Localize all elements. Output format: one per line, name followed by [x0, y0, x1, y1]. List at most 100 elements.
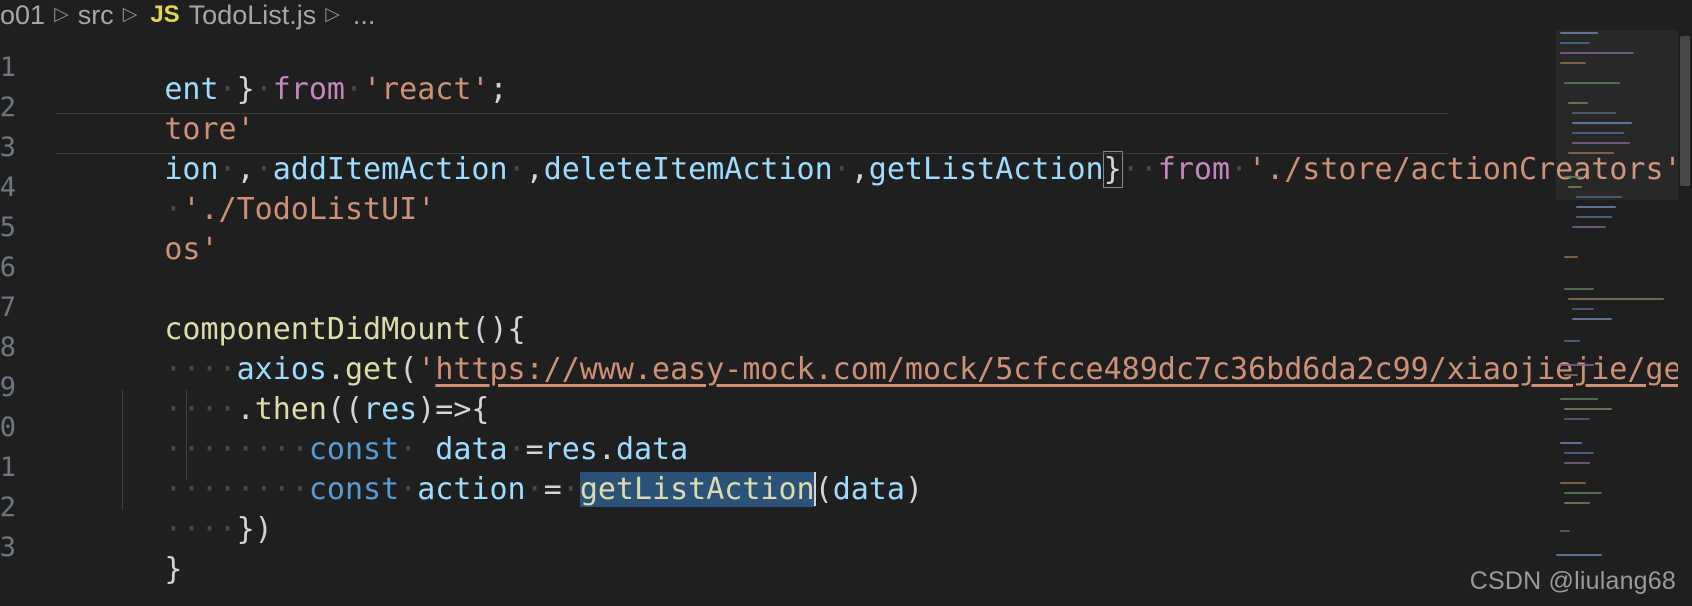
code-line[interactable]: ····}): [56, 470, 272, 547]
breadcrumb-item-folder-src[interactable]: src: [78, 0, 114, 31]
minimap-code-line: [1564, 418, 1590, 420]
minimap-code-line: [1576, 196, 1622, 198]
code-line[interactable]: componentDidMount(){: [56, 270, 525, 347]
code-line[interactable]: ent·}·from·'react';: [56, 30, 507, 107]
code-line[interactable]: ····.then((res)=>{: [56, 350, 489, 427]
whitespace-dot: ·: [290, 472, 309, 507]
token-string-axios: os': [164, 232, 219, 267]
minimap-code-line: [1568, 152, 1614, 154]
selected-text-getlistaction[interactable]: getListAction: [579, 472, 815, 507]
minimap-code-line: [1568, 186, 1582, 188]
line-number: 2: [0, 92, 16, 123]
minimap-code-line: [1560, 482, 1586, 484]
breadcrumb[interactable]: o01 ▷ src ▷ JS TodoList.js ▷ ...: [0, 0, 1692, 30]
token-argument-data: data: [832, 472, 905, 507]
breadcrumb-item-file-todolist[interactable]: TodoList.js: [189, 0, 317, 31]
whitespace-dot: ·: [1121, 152, 1140, 187]
token-close-brace-paren: }): [236, 512, 273, 547]
minimap-slider[interactable]: [1556, 30, 1678, 200]
token-paren-open: (: [814, 472, 833, 507]
minimap-code-line: [1564, 176, 1582, 178]
minimap-code-line: [1560, 52, 1634, 54]
minimap-code-line: [1564, 340, 1580, 342]
minimap-code-line: [1564, 374, 1578, 376]
line-number: 2: [0, 492, 16, 523]
whitespace-dot: ·: [1230, 152, 1249, 187]
minimap-code-line: [1560, 398, 1598, 400]
code-line[interactable]: tore': [56, 70, 254, 147]
token-string-todolistui: './TodoListUI': [182, 192, 436, 227]
chevron-right-icon: ▷: [122, 3, 138, 25]
token-operator-assign: =: [543, 472, 562, 507]
minimap-code-line: [1572, 132, 1624, 134]
code-line[interactable]: os': [56, 190, 218, 267]
line-number-gutter: 1 2 3 4 5 6 7 8 9 0 1 2 3: [0, 30, 24, 606]
breadcrumb-item-folder-project[interactable]: o01: [0, 0, 45, 31]
whitespace-dot: ·: [345, 72, 364, 107]
minimap-code-line: [1556, 554, 1602, 556]
section-divider: [56, 153, 1448, 154]
line-number: 3: [0, 132, 16, 163]
indent-guide: [186, 390, 187, 480]
minimap-code-line: [1572, 318, 1612, 320]
indent-guide: [122, 390, 123, 510]
line-number: 1: [0, 452, 16, 483]
watermark: CSDN @liulang68: [1469, 567, 1676, 595]
whitespace-dot: ·: [254, 72, 273, 107]
minimap-code-line: [1564, 256, 1578, 258]
minimap-code-line: [1572, 112, 1616, 114]
token-semicolon: ;: [489, 72, 508, 107]
minimap-code-line: [1576, 206, 1616, 208]
token-identifier-action: action: [417, 472, 526, 507]
minimap-code-line: [1560, 62, 1586, 64]
whitespace-dot: ·: [272, 472, 291, 507]
whitespace-dot: ·: [218, 512, 237, 547]
scrollbar-thumb[interactable]: [1680, 36, 1690, 186]
code-line[interactable]: ····axios.get('https://www.easy-mock.com…: [56, 310, 1692, 387]
code-line[interactable]: ion·,·addItemAction·,deleteItemAction·,g…: [56, 110, 1682, 188]
minimap-code-line: [1572, 308, 1594, 310]
minimap[interactable]: [1556, 30, 1678, 606]
minimap-code-line: [1568, 298, 1664, 300]
whitespace-dot: ·: [507, 152, 526, 187]
token-paren-close: ): [904, 472, 923, 507]
vertical-scrollbar[interactable]: [1678, 30, 1692, 606]
code-line[interactable]: ·'./TodoListUI': [56, 150, 435, 227]
line-number: 5: [0, 212, 16, 243]
whitespace-dot: ·: [182, 512, 201, 547]
line-number: 6: [0, 252, 16, 283]
minimap-code-line: [1564, 82, 1620, 84]
minimap-code-line: [1568, 102, 1588, 104]
minimap-code-line: [1560, 42, 1590, 44]
whitespace-dot: ·: [1139, 152, 1158, 187]
code-line[interactable]: }: [56, 510, 182, 587]
code-editor-surface[interactable]: ent·}·from·'react'; tore' ion·,·addItemA…: [0, 30, 1692, 606]
line-number: 0: [0, 412, 16, 443]
token-string-url[interactable]: https://www.easy-mock.com/mock/5cfcce489…: [435, 352, 1692, 387]
line-number: 1: [0, 52, 16, 83]
minimap-code-line: [1560, 530, 1570, 532]
code-line[interactable]: ········const· data·=res.data: [56, 390, 688, 467]
token-keyword-from: from: [1157, 152, 1231, 187]
token-identifier-deleteitemaction: deleteItemAction: [543, 152, 833, 187]
minimap-code-line: [1564, 492, 1602, 494]
token-comma: ,: [850, 152, 869, 187]
token-keyword-from: from: [272, 72, 345, 107]
line-number: 7: [0, 292, 16, 323]
chevron-right-icon: ▷: [54, 3, 69, 25]
line-number: 8: [0, 332, 16, 363]
line-number: 3: [0, 532, 16, 563]
minimap-code-line: [1560, 32, 1598, 34]
minimap-code-line: [1564, 452, 1594, 454]
token-identifier-getlistaction: getListAction: [868, 152, 1104, 187]
whitespace-dot: ·: [200, 512, 219, 547]
token-close-brace: }: [164, 552, 183, 587]
line-number: 9: [0, 372, 16, 403]
breadcrumb-item-ellipsis[interactable]: ...: [349, 0, 376, 31]
bracket-match-highlight: }: [1102, 151, 1123, 188]
token-string: 'react': [363, 72, 490, 107]
editor-window: o01 ▷ src ▷ JS TodoList.js ▷ ... 1 2 3 4…: [0, 0, 1692, 606]
minimap-code-line: [1560, 364, 1594, 366]
whitespace-dot: ·: [525, 472, 544, 507]
minimap-code-line: [1572, 142, 1630, 144]
